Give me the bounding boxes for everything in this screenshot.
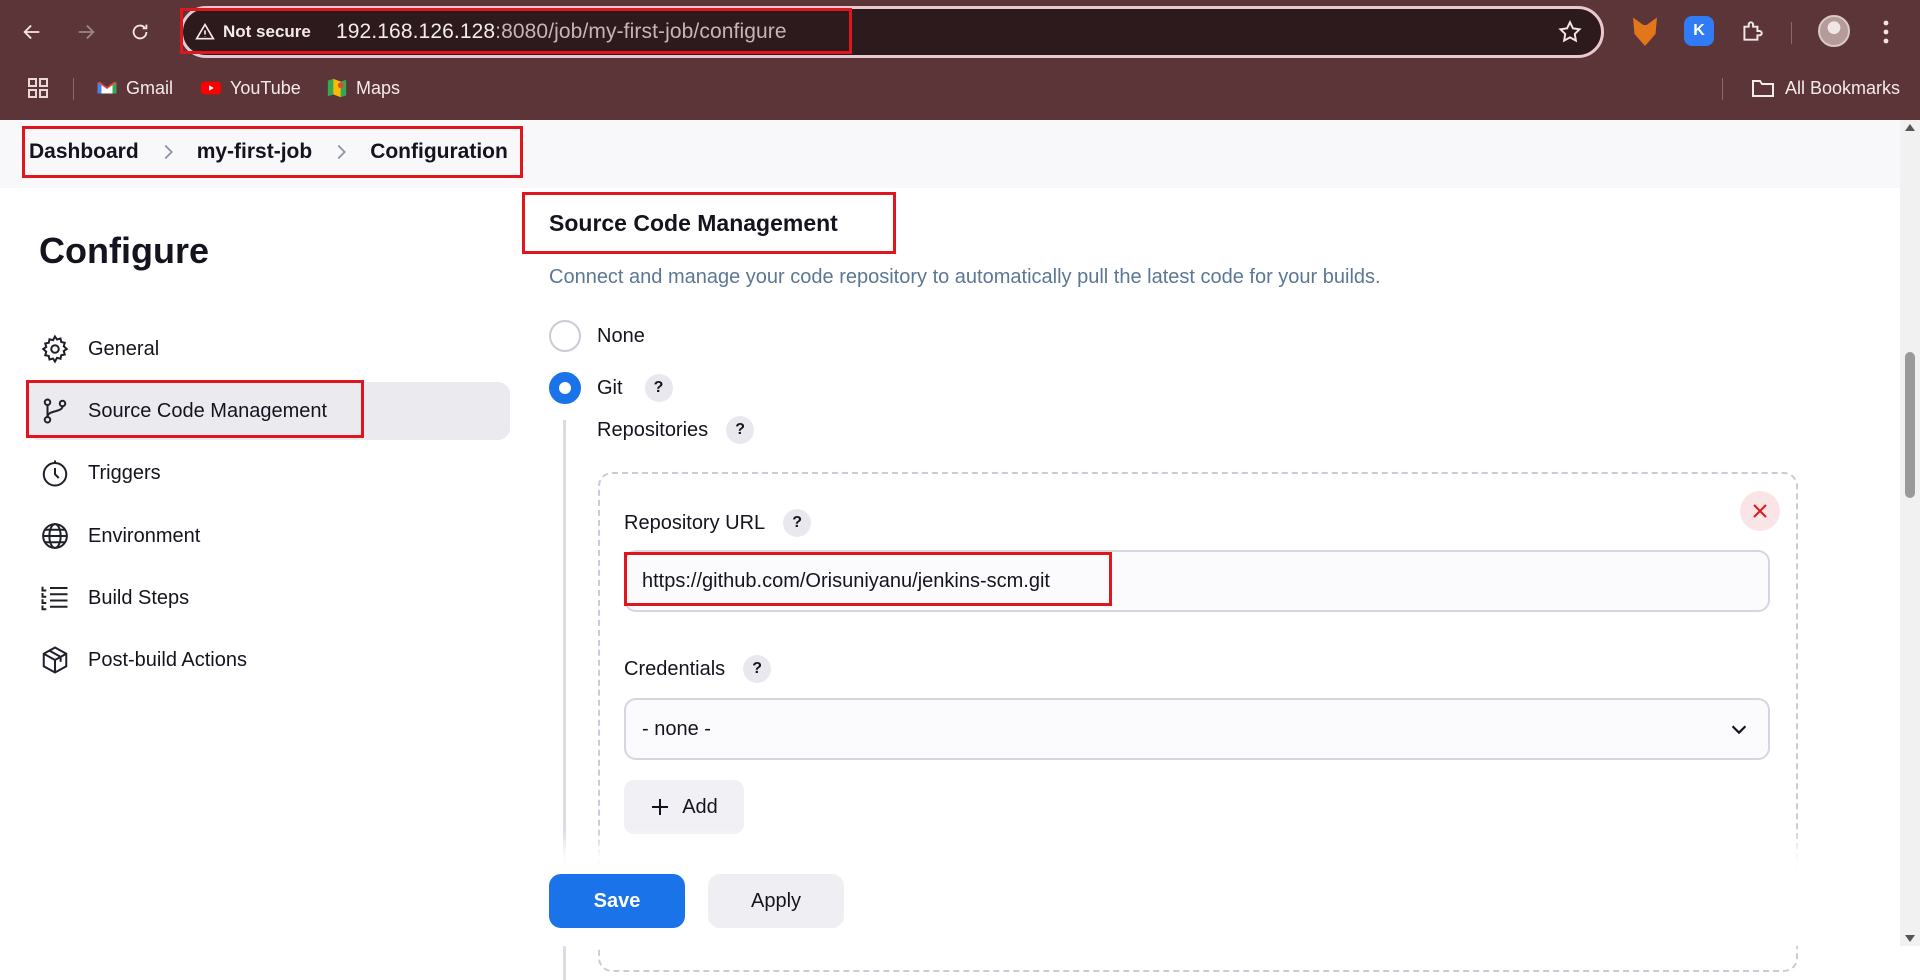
section-description: Connect and manage your code repository … bbox=[549, 266, 1381, 288]
sidebar-annotation-box bbox=[26, 380, 364, 438]
scm-option-git[interactable]: Git ? bbox=[549, 371, 673, 405]
sidebar-item-label: General bbox=[88, 337, 160, 360]
plus-icon bbox=[652, 799, 669, 815]
extension-k-icon[interactable]: K bbox=[1684, 16, 1714, 46]
save-button[interactable]: Save bbox=[549, 874, 685, 928]
reload-button[interactable] bbox=[122, 14, 158, 50]
chevron-down-icon bbox=[1731, 725, 1747, 735]
sidebar-item-label: Environment bbox=[88, 524, 201, 547]
sidebar-item-post-build-actions[interactable]: Post-build Actions bbox=[26, 631, 510, 689]
sidebar-item-source-code-management[interactable]: Source Code Management bbox=[26, 380, 510, 440]
help-icon[interactable]: ? bbox=[743, 655, 772, 683]
profile-avatar[interactable] bbox=[1818, 15, 1850, 47]
credentials-label: Credentials bbox=[624, 657, 726, 680]
chevron-right-icon bbox=[337, 144, 347, 160]
apps-grid-icon[interactable] bbox=[26, 76, 50, 100]
credentials-select[interactable]: - none - bbox=[624, 698, 1770, 760]
radio-label: Git bbox=[597, 376, 623, 399]
sidebar-item-label: Build Steps bbox=[88, 586, 190, 609]
breadcrumb-bar: Dashboard my-first-job Configuration bbox=[0, 120, 1900, 188]
page-title: Configure bbox=[39, 230, 209, 271]
page-scrollbar[interactable] bbox=[1900, 120, 1920, 946]
radio-label: None bbox=[597, 324, 645, 347]
timer-icon bbox=[42, 460, 68, 487]
gmail-icon bbox=[97, 81, 117, 94]
jenkins-page: Dashboard my-first-job Configuration Con… bbox=[0, 120, 1900, 980]
bookmarks-divider bbox=[1722, 78, 1723, 100]
credentials-value: - none - bbox=[642, 717, 711, 740]
add-credentials-button[interactable]: Add bbox=[624, 780, 744, 834]
section-title: Source Code Management bbox=[522, 192, 896, 254]
apply-button[interactable]: Apply bbox=[708, 874, 844, 928]
add-label: Add bbox=[682, 795, 718, 818]
credentials-label-row: Credentials ? bbox=[624, 655, 772, 683]
list-icon bbox=[41, 586, 68, 611]
globe-icon bbox=[42, 523, 68, 549]
back-button[interactable] bbox=[14, 14, 50, 50]
star-icon[interactable] bbox=[1557, 19, 1583, 45]
folder-icon bbox=[1751, 80, 1774, 97]
all-bookmarks-label: All Bookmarks bbox=[1784, 77, 1900, 98]
kebab-menu-icon[interactable] bbox=[1876, 18, 1896, 46]
maps-icon bbox=[327, 78, 347, 98]
scroll-up-arrow[interactable] bbox=[1905, 124, 1915, 131]
sidebar-item-environment[interactable]: Environment bbox=[26, 507, 510, 565]
help-icon[interactable]: ? bbox=[783, 509, 812, 537]
breadcrumb-dashboard[interactable]: Dashboard bbox=[29, 140, 139, 164]
bookmark-youtube[interactable]: YouTube bbox=[200, 74, 301, 102]
scroll-down-arrow[interactable] bbox=[1905, 935, 1915, 942]
bookmark-label: YouTube bbox=[230, 77, 301, 98]
gear-icon bbox=[41, 334, 69, 364]
bookmark-label: Maps bbox=[356, 77, 401, 98]
sidebar-item-build-steps[interactable]: Build Steps bbox=[26, 569, 510, 627]
bookmarks-divider bbox=[73, 78, 74, 100]
breadcrumb-job[interactable]: my-first-job bbox=[197, 140, 313, 164]
repository-url-label: Repository URL bbox=[624, 511, 766, 534]
metamask-icon[interactable] bbox=[1633, 17, 1657, 46]
help-icon[interactable]: ? bbox=[726, 416, 755, 444]
bookmark-maps[interactable]: Maps bbox=[326, 74, 400, 102]
chevron-right-icon bbox=[164, 144, 173, 160]
sidebar-item-label: Triggers bbox=[88, 461, 161, 484]
remove-repository-button[interactable] bbox=[1740, 491, 1780, 531]
youtube-icon bbox=[200, 81, 222, 95]
sidebar-item-label: Post-build Actions bbox=[88, 648, 247, 671]
browser-chrome: Not secure 192.168.126.128:8080/job/my-f… bbox=[0, 0, 1920, 120]
reload-icon bbox=[132, 24, 148, 40]
bookmarks-bar: Gmail YouTube Maps All Bookmarks bbox=[0, 66, 1920, 108]
help-icon[interactable]: ? bbox=[644, 374, 673, 402]
sidebar-item-triggers[interactable]: Triggers bbox=[26, 444, 510, 502]
breadcrumb: Dashboard my-first-job Configuration bbox=[22, 126, 523, 178]
bottom-action-bar bbox=[0, 852, 1900, 946]
close-icon bbox=[1753, 504, 1767, 518]
back-arrow-icon bbox=[23, 24, 40, 40]
radio-git[interactable] bbox=[549, 372, 581, 404]
all-bookmarks-button[interactable]: All Bookmarks bbox=[1751, 74, 1900, 102]
bookmark-gmail[interactable]: Gmail bbox=[96, 74, 173, 102]
repositories-label-row: Repositories ? bbox=[597, 416, 755, 444]
bookmark-label: Gmail bbox=[126, 77, 174, 98]
radio-none[interactable] bbox=[549, 320, 581, 352]
scrollbar-thumb[interactable] bbox=[1905, 352, 1915, 498]
package-icon bbox=[42, 646, 68, 674]
forward-arrow-icon bbox=[78, 24, 95, 40]
puzzle-icon[interactable] bbox=[1737, 16, 1767, 46]
repository-url-annotation-box bbox=[624, 552, 1112, 606]
scm-option-none[interactable]: None bbox=[549, 319, 645, 353]
breadcrumb-configuration[interactable]: Configuration bbox=[370, 140, 508, 164]
toolbar-divider bbox=[1791, 22, 1792, 44]
sidebar-item-general[interactable]: General bbox=[26, 320, 510, 378]
repositories-label: Repositories bbox=[597, 418, 709, 441]
url-annotation-box bbox=[180, 8, 852, 54]
forward-button[interactable] bbox=[68, 14, 104, 50]
repository-url-label-row: Repository URL ? bbox=[624, 509, 812, 537]
